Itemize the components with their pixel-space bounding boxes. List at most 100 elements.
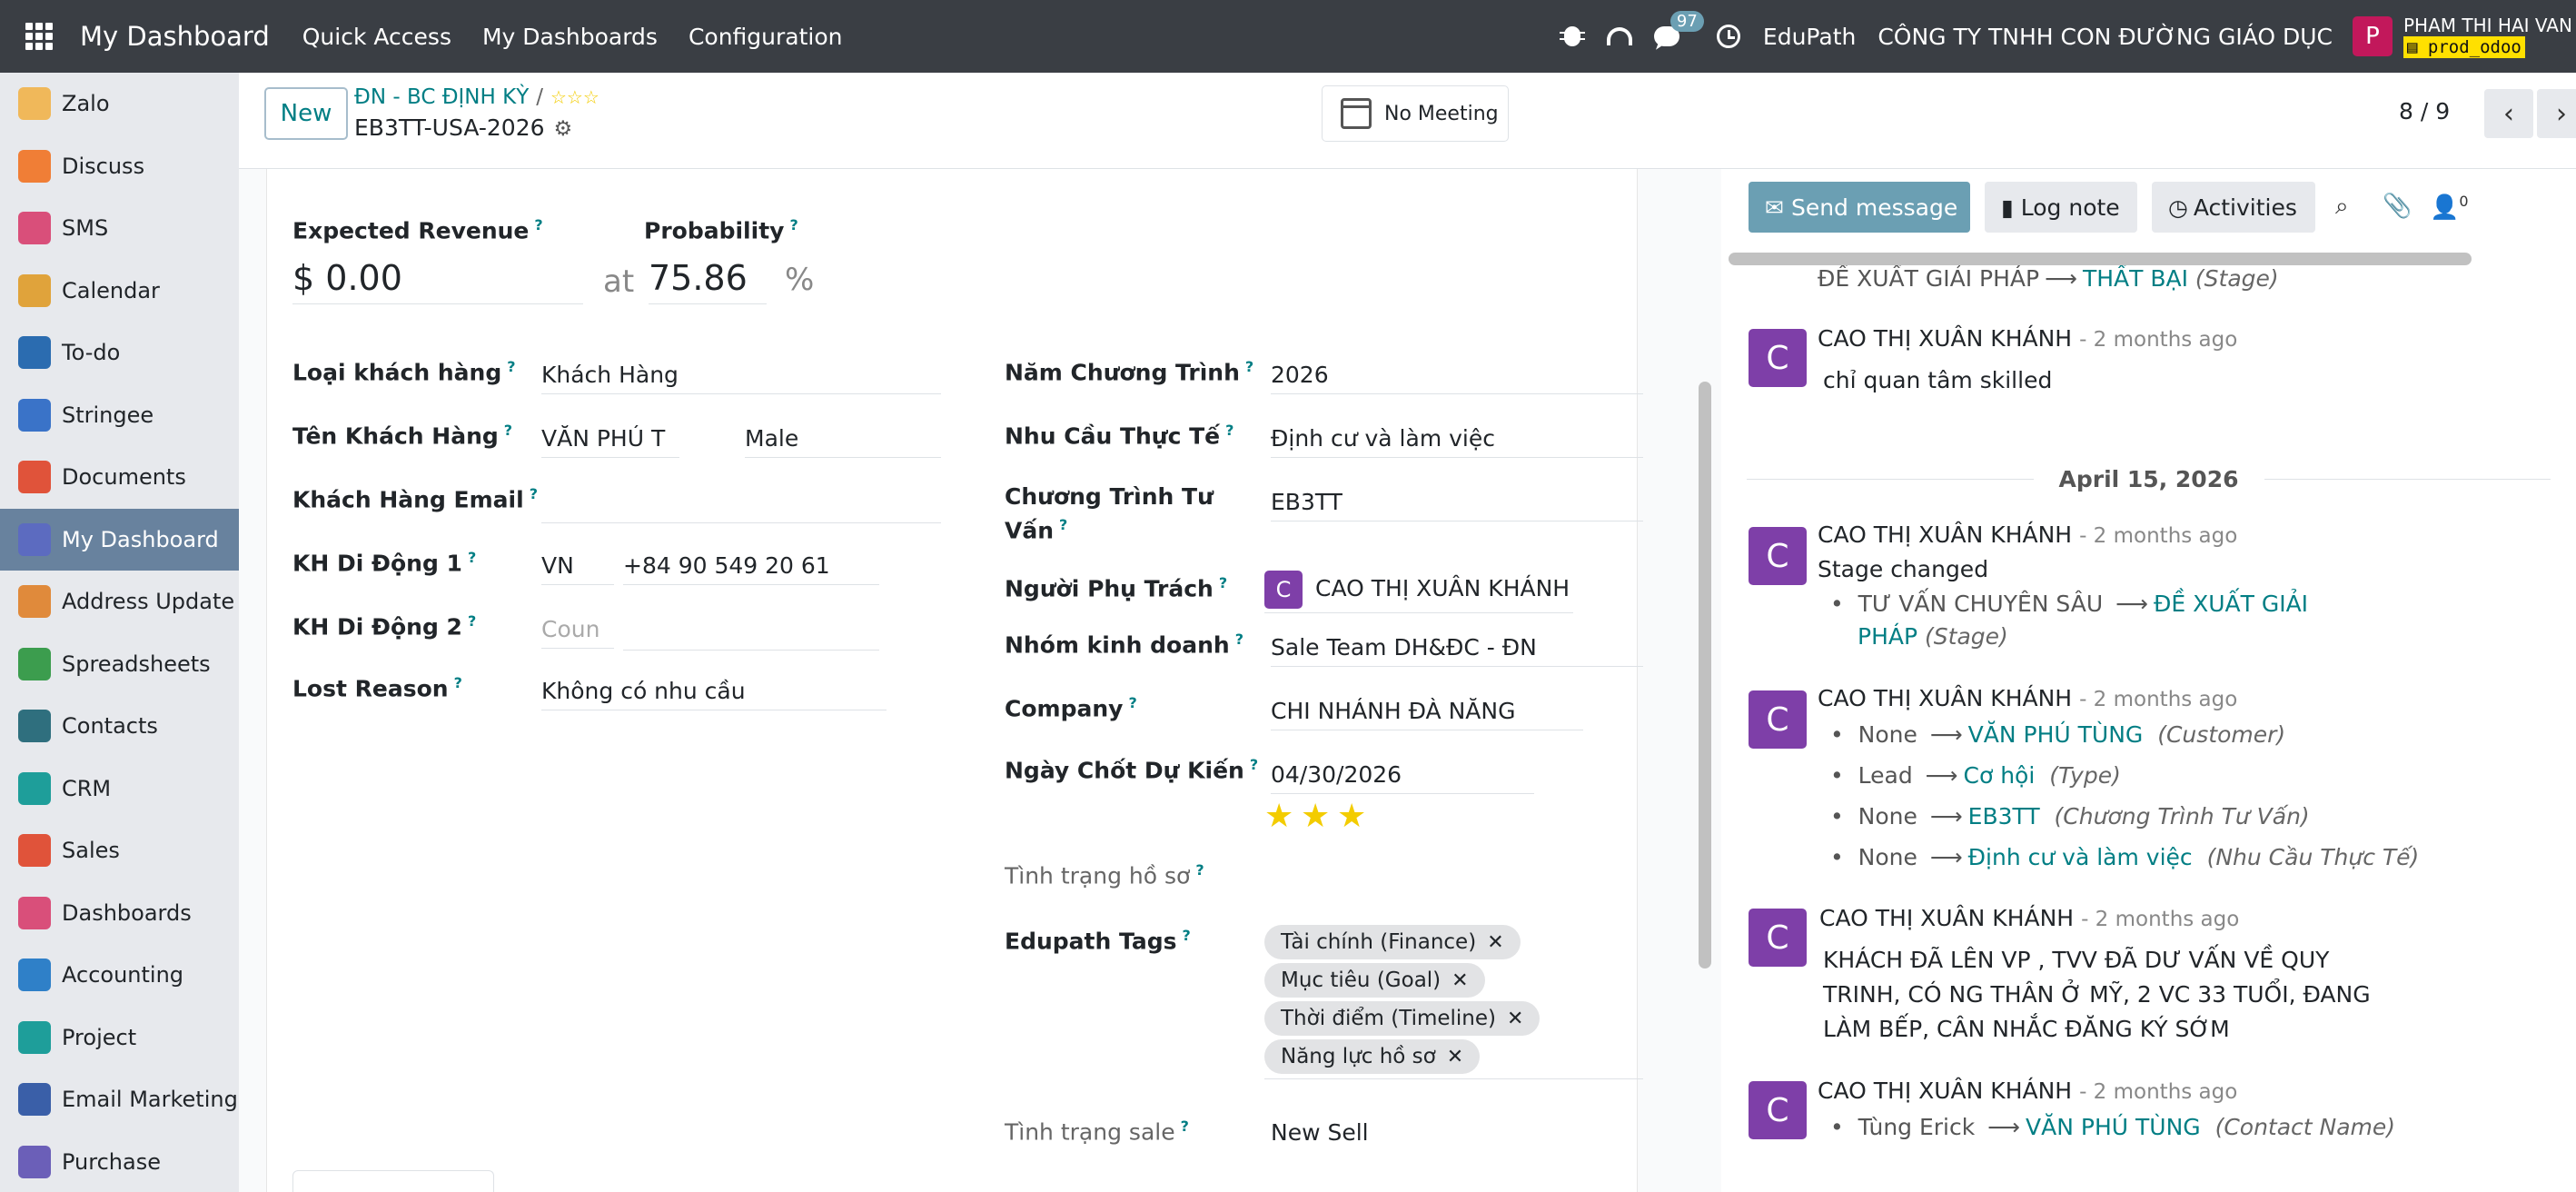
message-author-avatar[interactable]: C <box>1749 329 1807 387</box>
sidebar-item-address-update[interactable]: Address Update <box>0 571 239 633</box>
sidebar-item-my-dashboard[interactable]: My Dashboard <box>0 508 239 571</box>
customer-type-field[interactable]: Khách Hàng <box>541 362 941 394</box>
remove-tag-icon[interactable]: ✕ <box>1451 969 1468 992</box>
apps-menu-icon[interactable] <box>25 23 53 50</box>
expected-closing-field[interactable]: 04/30/2026 <box>1271 761 1534 794</box>
send-message-button[interactable]: ✉ Send message <box>1749 182 1970 233</box>
user-avatar[interactable]: P <box>2353 16 2393 56</box>
probability-field[interactable]: 75.86 <box>649 258 767 304</box>
breadcrumb-parent-link[interactable]: ĐN - BC ĐỊNH KỲ <box>354 85 529 109</box>
messages-icon[interactable]: 97 <box>1653 11 1704 49</box>
program-year-field[interactable]: 2026 <box>1271 362 1643 394</box>
meeting-label: No Meeting <box>1384 102 1499 125</box>
priority-star-2-icon[interactable]: ★ <box>1301 798 1330 835</box>
menu-quick-access[interactable]: Quick Access <box>302 24 451 50</box>
consulting-program-field[interactable]: EB3TT <box>1271 489 1643 522</box>
sidebar-item-to-do[interactable]: To-do <box>0 322 239 384</box>
sidebar-item-accounting[interactable]: Accounting <box>0 944 239 1007</box>
customer-email-field[interactable] <box>541 489 941 523</box>
tracking-value: • Tùng Erick ⟶ VĂN PHÚ TÙNG (Contact Name… <box>1830 1114 2396 1140</box>
tags-field-underline <box>1264 1078 1643 1079</box>
menu-configuration[interactable]: Configuration <box>689 24 843 50</box>
remove-tag-icon[interactable]: ✕ <box>1507 1008 1523 1030</box>
pager-next-icon[interactable]: › <box>2537 89 2576 138</box>
tag-timeline[interactable]: Thời điểm (Timeline) ✕ <box>1264 1001 1541 1036</box>
stringee-icon <box>18 398 51 432</box>
sidebar-item-documents[interactable]: Documents <box>0 446 239 509</box>
sidebar-item-label: Accounting <box>62 962 184 988</box>
form-scrollbar[interactable] <box>1699 382 1711 968</box>
sales-team-field[interactable]: Sale Team DH&ĐC - ĐN <box>1271 634 1643 667</box>
crm-icon <box>18 771 51 805</box>
sidebar-item-crm[interactable]: CRM <box>0 758 239 820</box>
probability-label: Probability? <box>644 216 798 244</box>
salesperson-field[interactable]: C CAO THỊ XUÂN KHÁNH <box>1264 571 1573 613</box>
customer-email-label: Khách Hàng Email? <box>292 485 538 513</box>
chatter-horizontal-scrollbar[interactable] <box>1729 253 2472 265</box>
pager-value[interactable]: 8 / 9 <box>2399 98 2450 124</box>
form-sheet: Expected Revenue? $ 0.00 at Probability?… <box>266 169 1643 1192</box>
message-author-avatar[interactable]: C <box>1749 1081 1807 1139</box>
sales-icon <box>18 834 51 868</box>
expected-revenue-field[interactable]: $ 0.00 <box>292 258 583 304</box>
sidebar-item-email-marketing[interactable]: Email Marketing <box>0 1068 239 1131</box>
debug-bug-icon[interactable] <box>1559 24 1585 49</box>
log-note-button[interactable]: ▮ Log note <box>1985 182 2137 233</box>
mobile-2-number-field[interactable] <box>623 616 879 651</box>
message-author-avatar[interactable]: C <box>1749 909 1807 967</box>
sale-status-field[interactable]: New Sell <box>1271 1119 1369 1151</box>
menu-my-dashboards[interactable]: My Dashboards <box>482 24 658 50</box>
phone-icon[interactable] <box>1606 24 1632 49</box>
remove-tag-icon[interactable]: ✕ <box>1487 931 1503 954</box>
customer-name-field[interactable]: VĂN PHÚ T <box>541 425 679 458</box>
sidebar-item-calendar[interactable]: Calendar <box>0 260 239 323</box>
message-author: CAO THỊ XUÂN KHÁNH - 2 months ago <box>1818 522 2238 548</box>
sidebar-item-sales[interactable]: Sales <box>0 820 239 882</box>
sidebar-item-stringee[interactable]: Stringee <box>0 384 239 447</box>
followers-icon[interactable]: 👤0 <box>2430 193 2469 222</box>
remove-tag-icon[interactable]: ✕ <box>1447 1046 1463 1068</box>
paperclip-icon[interactable]: 📎 <box>2383 193 2412 220</box>
notebook-tab[interactable] <box>292 1170 494 1192</box>
sidebar-item-contacts[interactable]: Contacts <box>0 695 239 758</box>
mobile-1-country-field[interactable]: VN <box>541 552 614 585</box>
mobile-2-country-field[interactable]: Coun <box>541 616 614 649</box>
priority-star-3-icon[interactable]: ★ <box>1337 798 1366 835</box>
sidebar-item-dashboards[interactable]: Dashboards <box>0 882 239 945</box>
customer-gender-field[interactable]: Male <box>745 425 941 458</box>
message-author-avatar[interactable]: C <box>1749 690 1807 749</box>
sidebar-item-discuss[interactable]: Discuss <box>0 135 239 198</box>
gear-icon[interactable]: ⚙ <box>554 117 573 141</box>
lost-reason-field[interactable]: Không có nhu cầu <box>541 678 887 710</box>
message-author-avatar[interactable]: C <box>1749 527 1807 585</box>
meeting-button[interactable]: No Meeting <box>1322 85 1509 142</box>
priority-star-icons[interactable]: ☆☆☆ <box>550 86 599 108</box>
envelope-icon: ✉ <box>1765 194 1784 221</box>
priority-star-1-icon[interactable]: ★ <box>1264 798 1293 835</box>
sidebar-item-zalo[interactable]: Zalo <box>0 73 239 135</box>
pager-previous-icon[interactable]: ‹ <box>2484 89 2533 138</box>
company-name[interactable]: CÔNG TY TNHH CON ĐƯỜNG GIÁO DỤC <box>1878 24 2333 50</box>
currency-symbol: $ <box>292 258 315 298</box>
sidebar-item-spreadsheets[interactable]: Spreadsheets <box>0 633 239 696</box>
sidebar-item-purchase[interactable]: Purchase <box>0 1131 239 1192</box>
activity-clock-icon[interactable] <box>1716 24 1741 49</box>
tag-profile-capability[interactable]: Năng lực hồ sơ ✕ <box>1264 1039 1481 1074</box>
company-field[interactable]: CHI NHÁNH ĐÀ NẴNG <box>1271 698 1583 730</box>
search-icon[interactable]: ⌕ <box>2335 193 2349 221</box>
sidebar-item-project[interactable]: Project <box>0 1007 239 1069</box>
tag-finance[interactable]: Tài chính (Finance) ✕ <box>1264 925 1521 959</box>
project-icon <box>18 1020 51 1054</box>
app-brand[interactable]: My Dashboard <box>80 21 270 52</box>
new-button[interactable]: New <box>264 87 348 140</box>
mobile-1-number-field[interactable]: +84 90 549 20 61 <box>623 552 879 585</box>
sidebar-item-sms[interactable]: SMS <box>0 197 239 260</box>
expected-closing-label: Ngày Chốt Dự Kiến? <box>1005 756 1259 784</box>
actual-need-field[interactable]: Định cư và làm việc <box>1271 425 1643 458</box>
company-switcher-short[interactable]: EduPath <box>1763 24 1856 50</box>
activities-button[interactable]: ◷ Activities <box>2152 182 2315 233</box>
apps-sidebar: Zalo Discuss SMS Calendar To-do Stringee Docum… <box>0 73 239 1192</box>
tag-goal[interactable]: Mục tiêu (Goal) ✕ <box>1264 963 1485 998</box>
user-menu[interactable]: PHAM THI HAI VAN ▤ prod_odoo <box>2403 15 2576 58</box>
customer-name-label: Tên Khách Hàng? <box>292 422 513 450</box>
